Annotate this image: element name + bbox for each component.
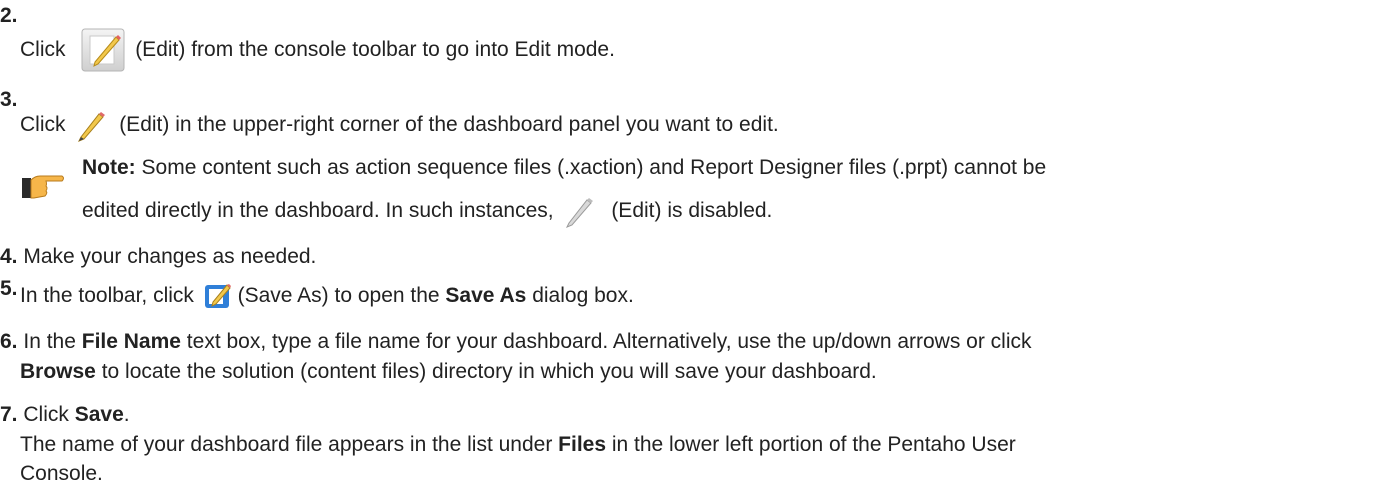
step-number: 2. — [0, 4, 18, 27]
note-line-2: edited directly in the dashboard. In suc… — [82, 194, 772, 234]
disabled-pencil-icon — [565, 194, 595, 228]
save-as-icon — [204, 282, 232, 310]
step-6-line-1: 6. In the File Name text box, type a fil… — [0, 330, 1032, 353]
step-number: 5. — [0, 277, 18, 300]
pencil-icon — [77, 108, 107, 142]
step-2-text: Click (Edit) from the console toolbar to… — [20, 28, 615, 78]
step-5-text: In the toolbar, click (Save As) to open … — [20, 282, 634, 318]
note-line-1: Note: Some content such as action sequen… — [82, 156, 1047, 179]
step-7-line-3: Console. — [20, 462, 103, 485]
step-number: 3. — [0, 88, 18, 111]
step-4: 4. Make your changes as needed. — [0, 245, 317, 268]
pointing-hand-icon — [20, 170, 66, 204]
step-3-text: Click (Edit) in the upper-right corner o… — [20, 108, 779, 148]
step-7-line-1: 7. Click Save. — [0, 403, 130, 426]
step-7-line-2: The name of your dashboard file appears … — [20, 433, 1016, 456]
step-6-line-2: Browse to locate the solution (content f… — [20, 360, 877, 383]
edit-toolbar-icon — [81, 28, 125, 72]
